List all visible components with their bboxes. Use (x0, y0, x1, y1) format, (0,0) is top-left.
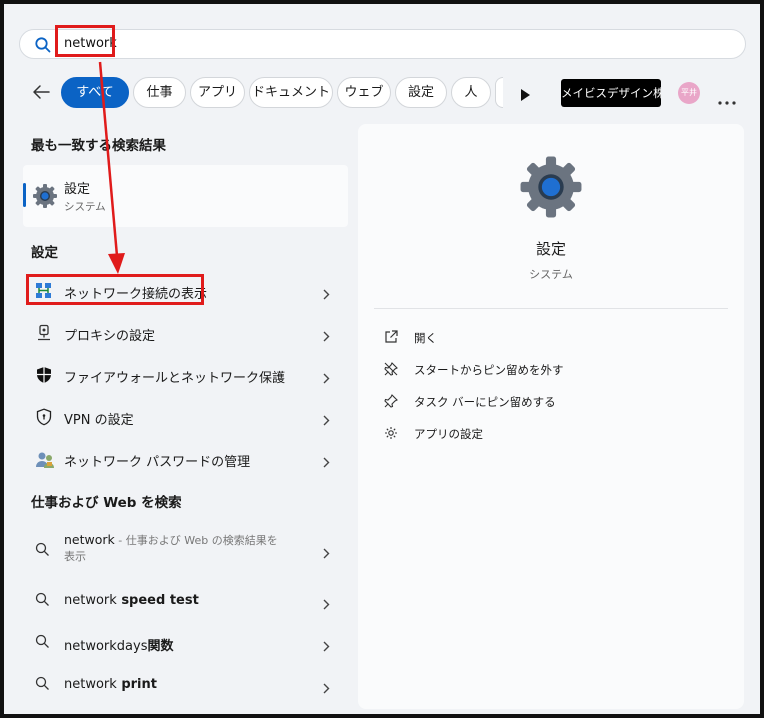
web-suggestion-text: network (64, 593, 117, 608)
proxy-icon (35, 324, 53, 346)
filter-chip-work[interactable]: 仕事 (133, 77, 186, 108)
settings-item-label: VPN の設定 (64, 413, 134, 428)
settings-item-label: ファイアウォールとネットワーク保護 (64, 371, 286, 386)
chevron-right-icon (323, 453, 330, 472)
web-suggestion-text: networkdays (64, 639, 148, 654)
best-match-subtitle: システム (64, 201, 106, 213)
chevron-right-icon (323, 369, 330, 388)
web-suggestion-bold: print (116, 677, 157, 692)
settings-gear-icon (518, 154, 584, 224)
search-icon (34, 36, 52, 58)
filter-chip-apps[interactable]: アプリ (190, 77, 245, 108)
filter-chip-web[interactable]: ウェブ (337, 77, 391, 108)
chevron-right-icon (323, 285, 330, 304)
unpin-icon (384, 361, 398, 380)
action-label: スタートからピン留めを外す (414, 363, 564, 377)
avatar[interactable]: 平井 (678, 82, 700, 104)
organization-badge[interactable]: メイビスデザイン株... (561, 79, 661, 107)
filter-chip-people[interactable]: 人 (451, 77, 491, 108)
filter-chip-overflow (495, 77, 503, 108)
web-suggestion-text: network (64, 677, 117, 692)
settings-item-label: ネットワーク パスワードの管理 (64, 455, 251, 470)
action-label: タスク バーにピン留めする (414, 395, 556, 409)
detail-panel: 設定 システム 開く スタートからピン留めを外す タスク バーにピン留めする ア… (358, 124, 744, 709)
filter-chip-documents[interactable]: ドキュメント (249, 77, 333, 108)
settings-item-label: プロキシの設定 (64, 329, 156, 344)
shield-outline-icon (35, 408, 53, 430)
settings-item-network-passwords[interactable]: ネットワーク パスワードの管理 (26, 442, 348, 476)
chevron-right-icon (323, 637, 330, 656)
divider (374, 308, 728, 309)
search-icon (35, 592, 50, 611)
web-search-heading: 仕事および Web を検索 (31, 495, 182, 511)
search-icon (35, 542, 50, 561)
filter-chip-all[interactable]: すべて (61, 77, 129, 108)
open-external-icon (384, 329, 398, 348)
search-box[interactable]: network (19, 29, 746, 59)
web-suggestion-bold: 関数 (147, 639, 174, 654)
web-suggestion-bold: speed test (116, 593, 199, 608)
best-match-heading: 最も一致する検索結果 (31, 138, 166, 154)
filter-chip-settings[interactable]: 設定 (395, 77, 447, 108)
shield-filled-icon (35, 366, 53, 388)
selection-indicator (23, 183, 26, 207)
gear-small-icon (384, 425, 398, 444)
web-suggestion-subtext: - 仕事および Web の検索結果を (114, 534, 278, 547)
action-label: 開く (414, 331, 437, 345)
web-suggestion-text: network (64, 532, 115, 547)
chevron-right-icon (323, 544, 330, 563)
detail-subtitle: システム (529, 268, 573, 281)
web-suggestion-networkdays[interactable]: networkdays関数 (26, 626, 348, 660)
settings-item-firewall[interactable]: ファイアウォールとネットワーク保護 (26, 358, 348, 392)
chevron-right-icon (323, 679, 330, 698)
settings-item-proxy[interactable]: プロキシの設定 (26, 316, 348, 350)
annotation-highlight-network-item (26, 274, 204, 305)
web-suggestion-print[interactable]: network print (26, 668, 348, 702)
detail-title: 設定 (535, 240, 566, 258)
more-filters-play-icon[interactable] (520, 86, 530, 105)
search-icon (35, 676, 50, 695)
pin-icon (384, 393, 398, 412)
users-key-icon (35, 450, 55, 474)
web-suggestion-speed-test[interactable]: network speed test (26, 584, 348, 618)
best-match-card[interactable]: 設定 システム (23, 165, 348, 227)
action-label: アプリの設定 (414, 427, 483, 441)
settings-gear-icon (32, 183, 58, 213)
web-suggestion-network[interactable]: network - 仕事および Web の検索結果を 表示 (26, 528, 348, 572)
chevron-right-icon (323, 595, 330, 614)
annotation-highlight-search (55, 25, 115, 57)
chevron-right-icon (323, 411, 330, 430)
chevron-right-icon (323, 327, 330, 346)
settings-item-vpn[interactable]: VPN の設定 (26, 400, 348, 434)
more-options-icon[interactable] (718, 90, 736, 109)
web-suggestion-subtext-line2: 表示 (64, 550, 86, 563)
search-icon (35, 634, 50, 653)
settings-section-heading: 設定 (31, 245, 58, 261)
best-match-title: 設定 (64, 182, 91, 197)
back-arrow-icon[interactable] (32, 84, 50, 104)
start-search-window: network すべて 仕事 アプリ ドキュメント ウェブ 設定 人 メイビスデ… (0, 0, 764, 718)
